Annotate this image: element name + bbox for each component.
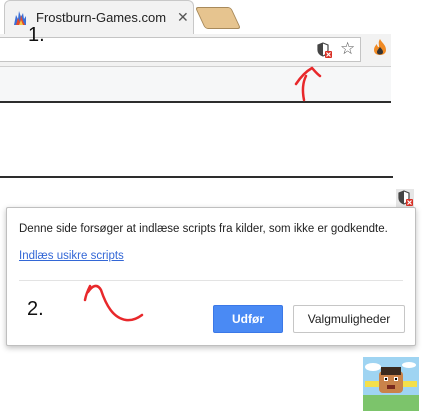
options-button[interactable]: Valgmuligheder (293, 305, 405, 333)
page-content-strip (0, 67, 391, 103)
step-2-label: 2. (27, 298, 44, 320)
done-button[interactable]: Udfør (213, 305, 283, 333)
tab-title: Frostburn-Games.com (36, 10, 167, 25)
tab-strip: Frostburn-Games.com ✕ (0, 0, 391, 34)
crop-divider (0, 176, 393, 178)
address-bar[interactable]: ☆ (0, 37, 361, 62)
blocked-content-shield-icon[interactable] (396, 189, 414, 207)
load-unsafe-scripts-link[interactable]: Indlæs usikre scripts (19, 250, 124, 262)
browser-toolbar: ☆ (0, 34, 391, 67)
tab-close-icon[interactable]: ✕ (177, 9, 189, 25)
flying-character-avatar (363, 357, 419, 411)
bookmark-star-icon[interactable]: ☆ (340, 39, 355, 59)
popup-message: Denne side forsøger at indlæse scripts f… (19, 223, 388, 235)
frostburn-flame-icon (14, 11, 26, 25)
insecure-scripts-popup: Denne side forsøger at indlæse scripts f… (6, 207, 416, 346)
new-tab-button[interactable] (194, 7, 242, 29)
popup-divider (19, 280, 403, 281)
flame-extension-icon[interactable] (372, 38, 388, 56)
step-1-label: 1. (28, 24, 45, 46)
blocked-content-shield-icon[interactable] (316, 42, 332, 58)
